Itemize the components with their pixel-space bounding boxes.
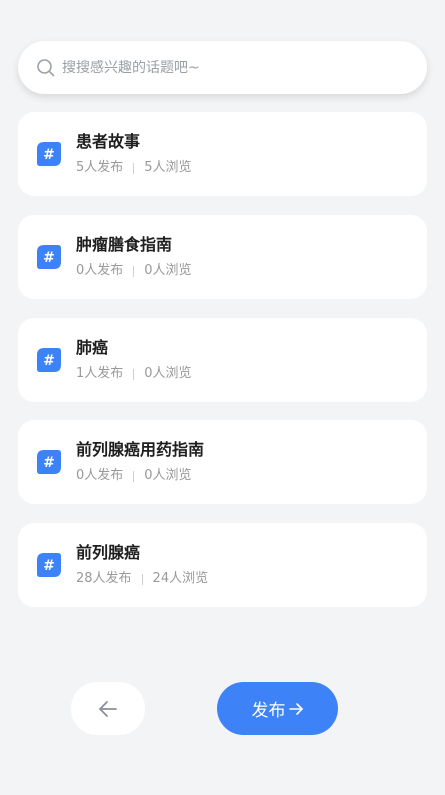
- topic-card[interactable]: # 肺癌 1人发布 0人浏览: [18, 318, 427, 402]
- topic-card[interactable]: # 前列腺癌用药指南 0人发布 0人浏览: [18, 420, 427, 504]
- post-count: 0人发布: [76, 263, 124, 278]
- topic-card[interactable]: # 患者故事 5人发布 5人浏览: [18, 112, 427, 196]
- search-bar[interactable]: [18, 41, 427, 94]
- hash-icon: #: [37, 450, 61, 474]
- topic-title: 患者故事: [76, 132, 141, 151]
- post-count: 1人发布: [76, 366, 124, 381]
- topic-title: 前列腺癌用药指南: [76, 440, 205, 459]
- hash-icon: #: [37, 348, 61, 372]
- topic-card[interactable]: # 肿瘤膳食指南 0人发布 0人浏览: [18, 215, 427, 299]
- stats-divider: [141, 573, 143, 585]
- view-count: 24人浏览: [152, 571, 209, 586]
- view-count: 0人浏览: [144, 366, 192, 381]
- search-input[interactable]: [62, 59, 382, 76]
- topic-card[interactable]: # 前列腺癌 28人发布 24人浏览: [18, 523, 427, 607]
- svg-text:#: #: [43, 147, 55, 163]
- svg-text:#: #: [43, 353, 55, 369]
- view-count: 0人浏览: [144, 263, 192, 278]
- stats-divider: [133, 265, 135, 277]
- svg-text:#: #: [43, 250, 55, 266]
- hash-icon: #: [37, 142, 61, 166]
- view-count: 0人浏览: [144, 468, 192, 483]
- svg-text:#: #: [43, 455, 55, 471]
- back-button[interactable]: [71, 682, 145, 735]
- topic-stats: 28人发布 24人浏览: [76, 571, 208, 587]
- arrow-left-icon: [99, 700, 117, 717]
- topic-title: 前列腺癌: [76, 543, 141, 562]
- view-count: 5人浏览: [144, 160, 192, 175]
- hash-icon: #: [37, 553, 61, 577]
- stats-divider: [133, 470, 135, 482]
- topic-stats: 1人发布 0人浏览: [76, 366, 192, 382]
- post-count: 5人发布: [76, 160, 124, 175]
- topic-stats: 0人发布 0人浏览: [76, 468, 204, 484]
- topic-stats: 0人发布 0人浏览: [76, 263, 192, 279]
- svg-text:#: #: [43, 558, 55, 574]
- stats-divider: [133, 162, 135, 174]
- search-icon: [36, 58, 56, 78]
- stats-divider: [133, 368, 135, 380]
- arrow-right-icon: [288, 701, 304, 717]
- post-count: 0人发布: [76, 468, 124, 483]
- hash-icon: #: [37, 245, 61, 269]
- topic-title: 肿瘤膳食指南: [76, 235, 173, 254]
- topic-stats: 5人发布 5人浏览: [76, 160, 192, 176]
- publish-label: 发布: [251, 701, 286, 721]
- post-count: 28人发布: [76, 571, 132, 586]
- publish-button[interactable]: 发布: [217, 682, 338, 735]
- topic-title: 肺癌: [76, 338, 109, 357]
